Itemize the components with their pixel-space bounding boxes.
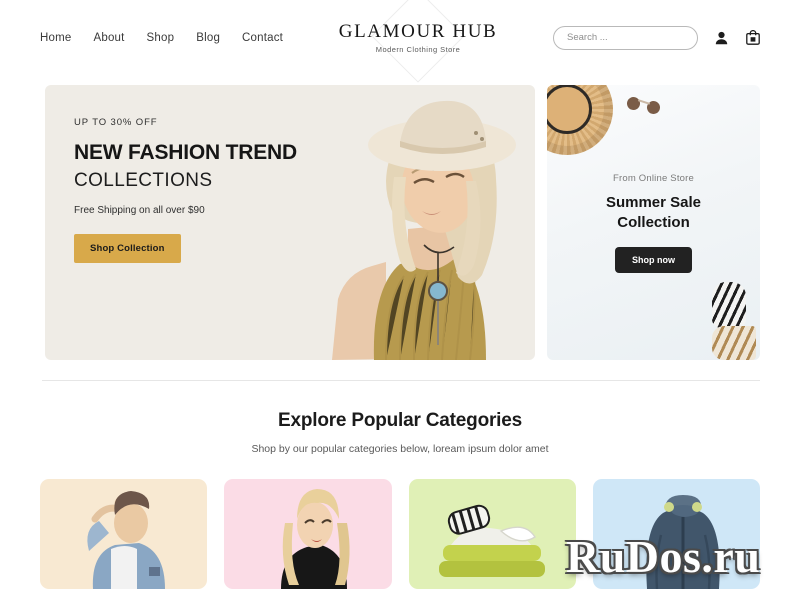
hero-subtitle: COLLECTIONS xyxy=(74,169,213,191)
category-card-womens-fashion[interactable] xyxy=(224,479,392,589)
categories-grid xyxy=(40,479,760,589)
straw-hat-icon xyxy=(547,85,613,155)
nav-item-about[interactable]: About xyxy=(93,32,124,44)
nav-item-contact[interactable]: Contact xyxy=(242,32,283,44)
hero-section: UP TO 30% OFF NEW FASHION TREND COLLECTI… xyxy=(0,75,800,360)
shopping-bag-icon[interactable] xyxy=(744,28,762,48)
nav-item-blog[interactable]: Blog xyxy=(196,32,220,44)
shop-collection-button[interactable]: Shop Collection xyxy=(74,233,181,263)
hero-copy: UP TO 30% OFF NEW FASHION TREND COLLECTI… xyxy=(74,117,344,263)
sale-title: Summer Sale Collection xyxy=(547,193,760,233)
search-input[interactable] xyxy=(553,25,698,50)
site-logo[interactable]: GLAMOUR HUB Modern Clothing Store xyxy=(283,16,553,58)
header-actions xyxy=(553,25,762,50)
hero-title: NEW FASHION TREND xyxy=(74,141,297,164)
category-card-knitwear[interactable] xyxy=(408,479,576,589)
sale-kicker: From Online Store xyxy=(612,173,694,184)
brand-name: GLAMOUR HUB xyxy=(338,20,498,42)
hero-shipping-note: Free Shipping on all over $90 xyxy=(74,204,205,216)
shop-now-button[interactable]: Shop now xyxy=(615,246,692,273)
sale-title-line1: Summer Sale xyxy=(605,194,702,211)
main-navigation: Home About Shop Blog Contact xyxy=(40,32,283,44)
sale-title-line2: Collection xyxy=(617,213,690,231)
category-card-mens-fashion[interactable] xyxy=(40,479,208,589)
hero-banner-primary[interactable]: UP TO 30% OFF NEW FASHION TREND COLLECTI… xyxy=(45,85,535,360)
category-card-outerwear[interactable] xyxy=(592,479,760,589)
hero-banner-secondary[interactable]: From Online Store Summer Sale Collection… xyxy=(547,85,760,360)
categories-subtitle: Shop by our popular categories below, lo… xyxy=(251,443,549,455)
site-header: Home About Shop Blog Contact GLAMOUR HUB… xyxy=(0,0,800,75)
logo-mark: GLAMOUR HUB Modern Clothing Store xyxy=(329,16,508,57)
categories-section: Explore Popular Categories Shop by our p… xyxy=(0,381,800,589)
brand-tagline: Modern Clothing Store xyxy=(375,45,461,55)
hero-kicker: UP TO 30% OFF xyxy=(74,117,158,128)
summer-sale-copy: From Online Store Summer Sale Collection… xyxy=(547,173,760,273)
nav-item-shop[interactable]: Shop xyxy=(147,32,175,44)
sunglasses-icon xyxy=(625,95,663,116)
nav-item-home[interactable]: Home xyxy=(40,32,71,44)
striped-socks-icon xyxy=(700,282,756,360)
categories-title: Explore Popular Categories xyxy=(278,410,522,431)
user-icon[interactable] xyxy=(712,28,730,48)
